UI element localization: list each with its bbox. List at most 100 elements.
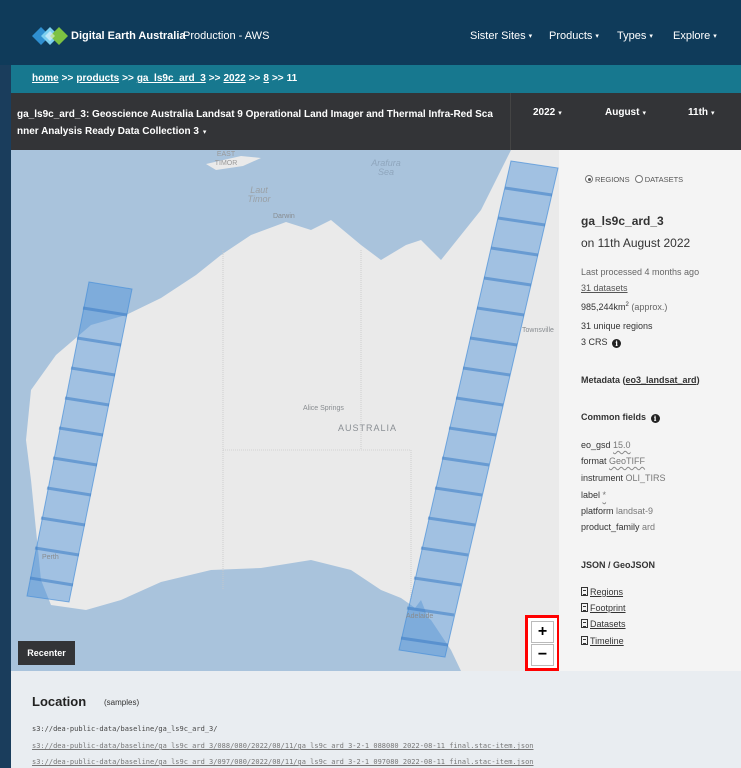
map-label-east-timor: EAST TIMOR	[214, 151, 238, 167]
radio-checked-icon	[585, 175, 593, 183]
product-description: : Geoscience Australia Landsat 9 Operati…	[17, 109, 493, 137]
radio-unchecked-icon	[634, 175, 643, 183]
year-selector[interactable]: 2022 ▾	[533, 107, 562, 118]
info-icon[interactable]: i	[612, 339, 622, 348]
map-canvas[interactable]	[11, 150, 559, 671]
view-toggle: REGIONS DATASETS	[585, 175, 683, 184]
nav-products[interactable]: Products ▾	[549, 30, 599, 42]
field-value[interactable]: *	[603, 490, 607, 500]
location-title: Location	[32, 694, 87, 709]
chevron-down-icon: ▾	[202, 129, 207, 136]
field-row: product_family ard	[581, 522, 655, 532]
breadcrumb-year[interactable]: 2022	[223, 73, 245, 84]
unique-regions: 31 unique regions	[581, 321, 653, 331]
product-selector[interactable]: ga_ls9c_ard_3: Geoscience Australia Land…	[17, 106, 497, 141]
chevron-down-icon: ▾	[642, 110, 646, 117]
month-selector[interactable]: August ▾	[605, 107, 646, 118]
region-map[interactable]: EAST TIMOR Arafura Sea Laut Timor Darwin…	[11, 150, 559, 671]
field-key: product_family	[581, 522, 640, 532]
location-sample-link[interactable]: s3://dea-public-data/baseline/ga_ls9c_ar…	[32, 758, 534, 766]
map-label-alice-springs: Alice Springs	[303, 405, 344, 412]
month-label: August	[605, 107, 640, 118]
json-link-footprint[interactable]: Footprint	[581, 603, 626, 613]
zoom-in-button[interactable]: +	[531, 621, 554, 643]
breadcrumb-month[interactable]: 8	[263, 73, 269, 84]
map-label-perth: Perth	[42, 554, 59, 561]
panel-title: ga_ls9c_ard_3	[581, 214, 664, 228]
metadata-link[interactable]: eo3_landsat_ard	[626, 375, 697, 385]
info-icon[interactable]: i	[650, 414, 660, 423]
recenter-button[interactable]: Recenter	[18, 641, 75, 665]
breadcrumb-separator: >>	[208, 73, 221, 84]
common-fields-heading: Common fields i	[581, 412, 660, 423]
brand-name[interactable]: Digital Earth Australia	[71, 30, 186, 42]
json-link-datasets[interactable]: Datasets	[581, 619, 626, 629]
zoom-out-button[interactable]: −	[531, 644, 554, 666]
radio-datasets[interactable]: DATASETS	[634, 175, 684, 184]
field-value: landsat-9	[616, 506, 654, 516]
breadcrumb-separator: >>	[271, 73, 284, 84]
radio-regions-label: REGIONS	[595, 175, 630, 184]
json-link-regions[interactable]: Regions	[581, 587, 623, 597]
map-label-darwin: Darwin	[273, 213, 295, 220]
field-value[interactable]: GeoTIFF	[609, 456, 645, 466]
zoom-controls: + −	[525, 615, 559, 671]
top-navbar: Digital Earth Australia Production - AWS…	[0, 0, 741, 65]
breadcrumb-day: 11	[286, 73, 298, 84]
nav-label: Sister Sites	[470, 30, 526, 42]
chevron-down-icon: ▾	[558, 110, 562, 117]
breadcrumb-product[interactable]: ga_ls9c_ard_3	[137, 73, 206, 84]
breadcrumb-separator: >>	[122, 73, 134, 84]
json-link-label[interactable]: Footprint	[590, 603, 626, 613]
nav-explore[interactable]: Explore ▾	[673, 30, 717, 42]
json-link-timeline[interactable]: Timeline	[581, 636, 624, 646]
map-label-townsville: Townsville	[522, 327, 554, 334]
location-section: Location (samples) s3://dea-public-data/…	[11, 671, 741, 768]
metadata-label: Metadata (	[581, 375, 626, 385]
map-label-australia: AUSTRALIA	[338, 423, 398, 433]
document-icon	[581, 636, 588, 645]
dea-logo-icon[interactable]	[32, 23, 68, 49]
radio-regions[interactable]: REGIONS	[585, 175, 630, 184]
field-row: format GeoTIFF	[581, 456, 645, 466]
breadcrumb-separator: >>	[61, 73, 74, 84]
panel-subtitle: on 11th August 2022	[581, 236, 691, 250]
product-code: ga_ls9c_ard_3	[17, 109, 86, 120]
json-link-label[interactable]: Datasets	[590, 619, 626, 629]
document-icon	[581, 603, 588, 612]
location-path: s3://dea-public-data/baseline/ga_ls9c_ar…	[32, 725, 218, 733]
environment-label: Production - AWS	[183, 30, 270, 42]
nav-label: Explore	[673, 30, 711, 42]
breadcrumb: home >> products >> ga_ls9c_ard_3 >> 2022 >> 8 >>…	[11, 65, 741, 93]
datasets-count-link[interactable]: 31 datasets	[581, 283, 628, 293]
document-icon	[581, 619, 588, 628]
nav-sister-sites[interactable]: Sister Sites ▾	[470, 30, 532, 42]
breadcrumb-products[interactable]: products	[76, 73, 119, 84]
summary-panel: REGIONS DATASETS ga_ls9c_ard_3 on 11th A…	[559, 150, 741, 671]
field-key: eo_gsd	[581, 440, 611, 450]
field-key: platform	[581, 506, 614, 516]
breadcrumb-home[interactable]: home	[32, 73, 59, 84]
nav-label: Products	[549, 30, 593, 42]
divider	[510, 93, 511, 150]
location-sample-link[interactable]: s3://dea-public-data/baseline/ga_ls9c_ar…	[32, 742, 534, 750]
year-label: 2022	[533, 107, 556, 118]
field-key: label	[581, 490, 601, 500]
nav-types[interactable]: Types ▾	[617, 30, 653, 42]
field-value[interactable]: 15.0	[613, 440, 631, 450]
metadata-close: )	[696, 375, 700, 385]
day-selector[interactable]: 11th ▾	[688, 107, 715, 118]
document-icon	[581, 587, 588, 596]
breadcrumb-separator: >>	[248, 73, 261, 84]
chevron-down-icon: ▾	[711, 110, 715, 117]
radio-datasets-label: DATASETS	[644, 175, 684, 184]
json-link-label[interactable]: Timeline	[590, 636, 624, 646]
json-link-label[interactable]: Regions	[590, 587, 623, 597]
crs-row: 3 CRS i	[581, 337, 622, 348]
json-heading: JSON / GeoJSON	[581, 560, 656, 570]
datasets-count-row: 31 datasets	[581, 283, 628, 293]
metadata-row: Metadata (eo3_landsat_ard)	[581, 375, 700, 385]
product-title-bar: ga_ls9c_ard_3: Geoscience Australia Land…	[11, 93, 741, 150]
area-note: (approx.)	[628, 302, 668, 312]
field-key: instrument	[581, 473, 624, 483]
